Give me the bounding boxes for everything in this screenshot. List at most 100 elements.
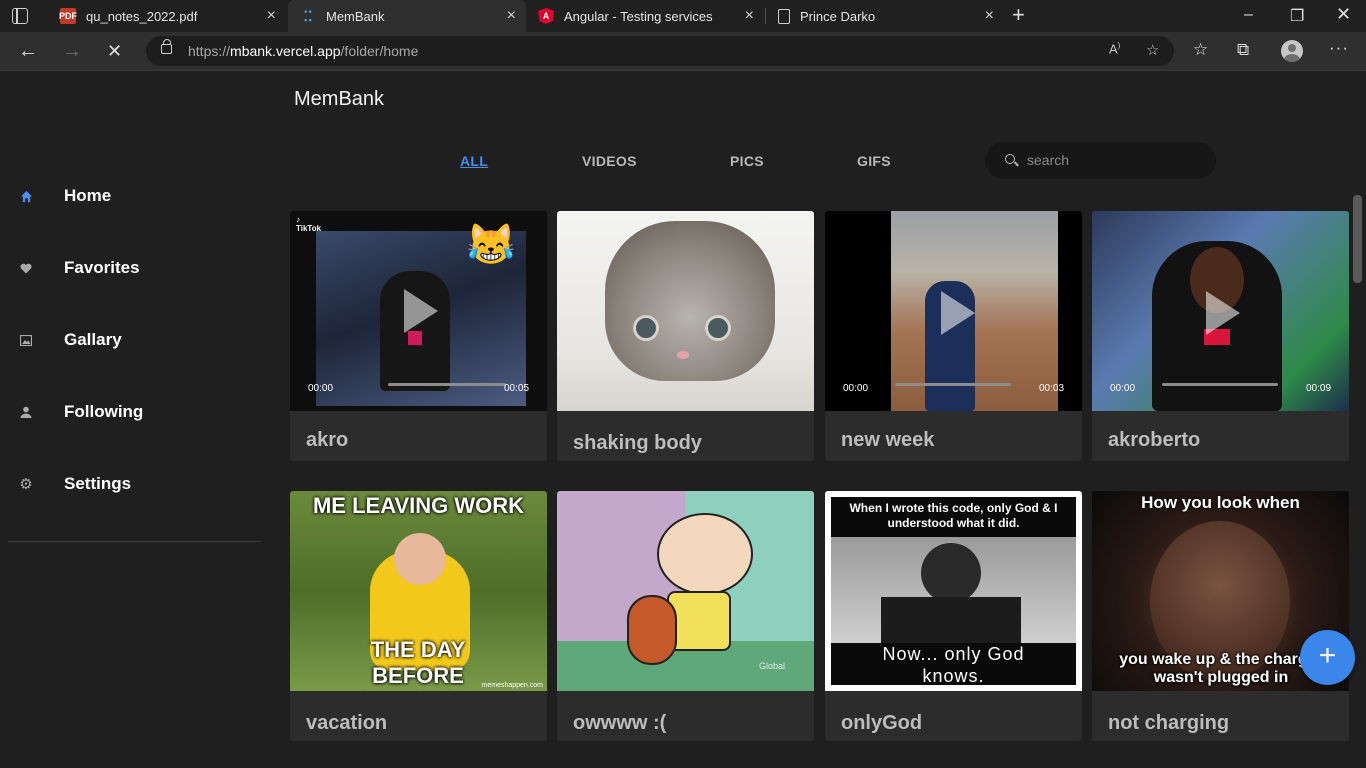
stewie-head bbox=[657, 513, 753, 595]
image-icon bbox=[19, 333, 33, 347]
filter-tab-videos[interactable]: VIDEOS bbox=[582, 153, 637, 169]
address-bar[interactable]: https://mbank.vercel.app/folder/home A) … bbox=[146, 36, 1174, 66]
close-tab-icon[interactable]: × bbox=[507, 8, 516, 24]
meme-card-shaking-body[interactable]: shaking body bbox=[557, 211, 814, 461]
tab-actions-icon[interactable] bbox=[12, 8, 28, 24]
video-total-time: 00:09 bbox=[1306, 383, 1332, 394]
meme-title: akroberto bbox=[1108, 429, 1201, 451]
laughing-cat-emoji: 😹 bbox=[466, 223, 516, 267]
meme-card-akroberto[interactable]: 00:00 00:09 akroberto bbox=[1092, 211, 1349, 461]
meme-gif[interactable] bbox=[557, 211, 814, 411]
cat-eye-left bbox=[633, 315, 659, 341]
play-icon[interactable] bbox=[941, 291, 975, 335]
lock-icon[interactable] bbox=[161, 39, 172, 54]
url-text[interactable]: https://mbank.vercel.app/folder/home bbox=[188, 43, 418, 59]
close-tab-icon[interactable]: × bbox=[267, 8, 276, 24]
scrollbar-thumb[interactable] bbox=[1353, 195, 1362, 283]
sidebar-item-label: Settings bbox=[64, 474, 132, 493]
meme-card-onlygod[interactable]: When I wrote this code, only God & I und… bbox=[825, 491, 1082, 741]
meme-gif[interactable]: Global bbox=[557, 491, 814, 691]
home-icon bbox=[19, 189, 33, 203]
close-tab-icon[interactable]: × bbox=[985, 8, 994, 24]
meme-title: onlyGod bbox=[841, 712, 923, 734]
meme-title: not charging bbox=[1108, 712, 1230, 734]
stop-loading-icon[interactable]: ✕ bbox=[107, 40, 122, 62]
restore-icon[interactable]: ❐ bbox=[1290, 6, 1304, 26]
browser-tab-bar: PDF qu_notes_2022.pdf × ⁚⁚ MemBank × A A… bbox=[0, 0, 1366, 32]
close-tab-icon[interactable]: × bbox=[745, 8, 754, 24]
video-progress-bar[interactable] bbox=[1162, 383, 1278, 386]
video-progress-bar[interactable] bbox=[388, 383, 506, 386]
meme-caption-top: How you look when bbox=[1141, 493, 1300, 512]
meme-title: akro bbox=[306, 429, 349, 451]
tab-title: qu_notes_2022.pdf bbox=[86, 8, 198, 24]
laptop bbox=[881, 597, 1021, 643]
meme-video[interactable]: ♪ TikTok 😹 00:00 00:05 bbox=[290, 211, 547, 411]
sidebar-item-favorites[interactable]: Favorites bbox=[0, 248, 270, 288]
video-current-time: 00:00 bbox=[1110, 383, 1136, 394]
collections-icon[interactable]: ⧉ bbox=[1237, 40, 1249, 60]
sidebar-item-settings[interactable]: ⚙ Settings bbox=[0, 464, 270, 504]
back-icon[interactable]: ← bbox=[18, 40, 38, 62]
address-toolbar: ← → ✕ https://mbank.vercel.app/folder/ho… bbox=[0, 32, 1366, 71]
person-icon bbox=[19, 405, 33, 419]
tab-pdf[interactable]: PDF qu_notes_2022.pdf × bbox=[48, 0, 286, 32]
filter-tab-all[interactable]: ALL bbox=[460, 153, 488, 169]
tab-angular[interactable]: A Angular - Testing services × bbox=[526, 0, 764, 32]
filter-tab-gifs[interactable]: GIFS bbox=[857, 153, 891, 169]
meme-caption-bottom: Now... only God knows. bbox=[882, 644, 1025, 686]
sidebar-item-home[interactable]: Home bbox=[0, 176, 270, 216]
play-icon[interactable] bbox=[1206, 291, 1240, 335]
heart-icon bbox=[19, 261, 33, 275]
meme-card-new-week[interactable]: 00:00 00:03 new week bbox=[825, 211, 1082, 461]
programmer-head bbox=[921, 543, 981, 603]
search-icon bbox=[1005, 154, 1015, 164]
tab-prince-darko[interactable]: Prince Darko × bbox=[766, 0, 1004, 32]
video-total-time: 00:05 bbox=[504, 383, 530, 394]
add-favorite-icon[interactable]: ☆ bbox=[1146, 41, 1159, 59]
meme-image[interactable]: ME LEAVING WORK THE DAY BEFORE VACATION … bbox=[290, 491, 547, 691]
meme-card-owwww[interactable]: Global owwww :( bbox=[557, 491, 814, 741]
pdf-icon: PDF bbox=[59, 8, 77, 24]
cat-body bbox=[605, 221, 775, 381]
meme-video[interactable]: 00:00 00:03 bbox=[825, 211, 1082, 411]
tab-title: Angular - Testing services bbox=[564, 8, 713, 24]
meme-image[interactable]: When I wrote this code, only God & I und… bbox=[825, 491, 1082, 691]
meme-card-akro[interactable]: ♪ TikTok 😹 00:00 00:05 akro bbox=[290, 211, 547, 461]
sidebar-item-label: Gallary bbox=[64, 330, 122, 349]
search-box[interactable] bbox=[985, 142, 1216, 179]
meme-title: owwww :( bbox=[573, 712, 667, 734]
forward-icon[interactable]: → bbox=[62, 40, 82, 62]
meme-caption-top: ME LEAVING WORK bbox=[312, 493, 525, 518]
membank-favicon: ⁚⁚ bbox=[303, 7, 313, 24]
video-progress-bar[interactable] bbox=[895, 383, 1011, 386]
meme-watermark: memeshappen.com bbox=[481, 682, 543, 689]
sidebar-item-label: Following bbox=[64, 402, 144, 421]
gear-icon: ⚙ bbox=[19, 476, 33, 493]
sidebar-item-gallary[interactable]: Gallary bbox=[0, 320, 270, 360]
meme-grid: ♪TikTok 😹 00:00 00:05 akro shaking body bbox=[290, 211, 1350, 768]
minimize-icon[interactable]: – bbox=[1244, 6, 1253, 24]
meme-card-vacation[interactable]: ME LEAVING WORK THE DAY BEFORE VACATION … bbox=[290, 491, 547, 741]
read-aloud-icon[interactable]: A) bbox=[1109, 41, 1120, 56]
favorites-icon[interactable]: ☆ bbox=[1193, 40, 1208, 60]
cat-nose bbox=[677, 351, 689, 359]
sidebar-divider bbox=[8, 541, 261, 542]
add-meme-button[interactable]: + bbox=[1300, 630, 1355, 685]
tab-title: MemBank bbox=[326, 8, 385, 24]
meme-caption-bottom: you wake up & the charger wasn't plugged… bbox=[1119, 651, 1323, 686]
meme-video[interactable]: 00:00 00:09 bbox=[1092, 211, 1349, 411]
tab-membank[interactable]: ⁚⁚ MemBank × bbox=[288, 0, 526, 32]
page-scrollbar[interactable] bbox=[1351, 195, 1364, 768]
filter-tab-pics[interactable]: PICS bbox=[730, 153, 764, 169]
close-window-icon[interactable]: ✕ bbox=[1336, 4, 1351, 25]
more-icon[interactable]: ··· bbox=[1329, 38, 1349, 58]
sidebar-item-following[interactable]: Following bbox=[0, 392, 270, 432]
video-current-time: 00:00 bbox=[843, 383, 869, 394]
search-input[interactable] bbox=[1027, 150, 1197, 170]
meme-title: shaking body bbox=[573, 432, 702, 454]
new-tab-icon[interactable]: + bbox=[1012, 4, 1025, 26]
profile-avatar[interactable] bbox=[1281, 40, 1303, 62]
play-icon[interactable] bbox=[404, 289, 438, 333]
meme-card-not-charging[interactable]: How you look when you wake up & the char… bbox=[1092, 491, 1349, 741]
